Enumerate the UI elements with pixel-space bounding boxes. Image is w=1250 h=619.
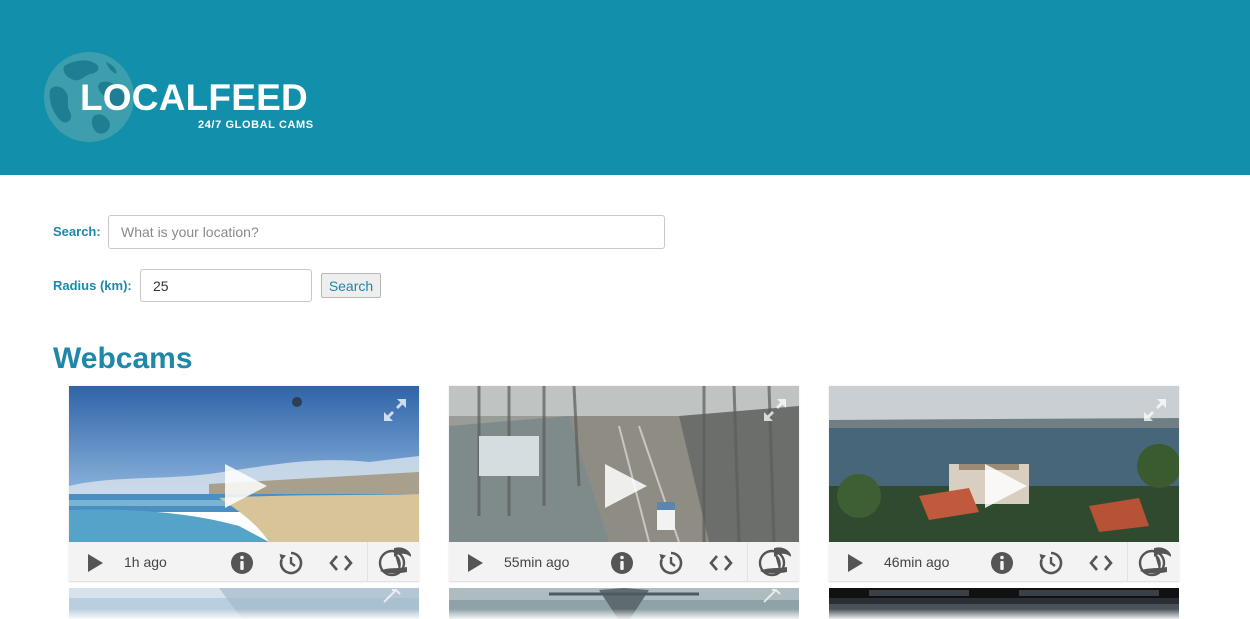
webcam-thumbnail[interactable] [449, 386, 799, 542]
play-icon[interactable] [83, 551, 107, 575]
webcam-card[interactable]: 46min ago [829, 386, 1179, 582]
webcam-card[interactable]: 1h ago [69, 386, 419, 582]
radius-label: Radius (km): [53, 278, 132, 293]
play-overlay-icon[interactable] [601, 462, 649, 510]
expand-icon[interactable] [1142, 397, 1168, 423]
expand-icon[interactable] [762, 397, 788, 423]
info-icon[interactable] [610, 551, 634, 575]
embed-code-icon[interactable] [709, 551, 733, 575]
play-overlay-icon[interactable] [221, 462, 269, 510]
search-button[interactable]: Search [321, 273, 381, 298]
replay-icon[interactable] [279, 551, 303, 575]
section-title-webcams: Webcams [53, 342, 193, 375]
logo-title: LOCALFEED [80, 77, 308, 118]
divider [747, 542, 748, 582]
radius-input[interactable] [140, 269, 312, 302]
play-icon[interactable] [463, 551, 487, 575]
search-label: Search: [53, 224, 101, 239]
site-header: LOCALFEED 24/7 GLOBAL CAMS [0, 0, 1250, 175]
updated-time: 1h ago [124, 554, 167, 570]
brand-logo-icon[interactable] [757, 547, 791, 577]
brand-logo-icon[interactable] [377, 547, 411, 577]
embed-code-icon[interactable] [329, 551, 353, 575]
site-logo[interactable]: LOCALFEED 24/7 GLOBAL CAMS [44, 52, 344, 144]
updated-time: 55min ago [504, 554, 570, 570]
scroll-fade [0, 609, 1250, 619]
brand-logo-icon[interactable] [1137, 547, 1171, 577]
webcam-thumbnail[interactable] [829, 386, 1179, 542]
expand-icon[interactable] [382, 397, 408, 423]
embed-code-icon[interactable] [1089, 551, 1113, 575]
play-overlay-icon[interactable] [981, 462, 1029, 510]
info-icon[interactable] [230, 551, 254, 575]
logo-tagline: 24/7 GLOBAL CAMS [198, 119, 314, 131]
updated-time: 46min ago [884, 554, 950, 570]
divider [1127, 542, 1128, 582]
info-icon[interactable] [990, 551, 1014, 575]
play-icon[interactable] [843, 551, 867, 575]
replay-icon[interactable] [659, 551, 683, 575]
divider [367, 542, 368, 582]
webcam-controls: 55min ago [449, 542, 799, 582]
webcam-controls: 46min ago [829, 542, 1179, 582]
replay-icon[interactable] [1039, 551, 1063, 575]
search-input[interactable] [108, 215, 665, 249]
webcam-thumbnail[interactable] [69, 386, 419, 542]
webcam-controls: 1h ago [69, 542, 419, 582]
webcam-card[interactable]: 55min ago [449, 386, 799, 582]
